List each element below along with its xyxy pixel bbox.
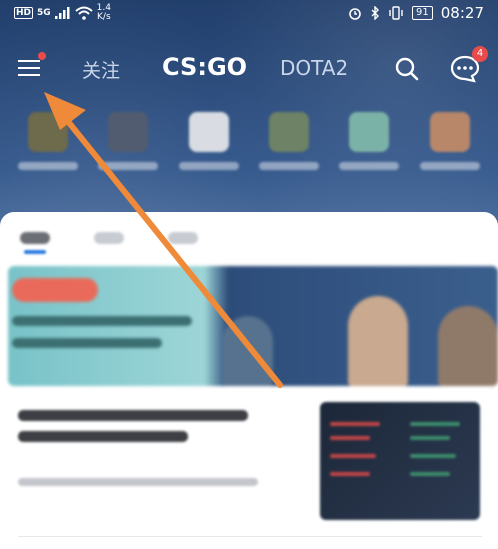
- tab-dota2[interactable]: DOTA2: [280, 56, 348, 80]
- banner-tag: [12, 278, 98, 302]
- category-item[interactable]: [415, 112, 485, 192]
- tab-follow[interactable]: 关注: [82, 56, 120, 83]
- sub-tab[interactable]: [20, 232, 50, 244]
- network-type: 5G: [37, 8, 51, 18]
- notification-dot: [38, 52, 46, 60]
- category-item[interactable]: [174, 112, 244, 192]
- menu-icon: [18, 60, 40, 62]
- category-item[interactable]: [13, 112, 83, 192]
- tab-csgo[interactable]: CS:GO: [162, 53, 247, 81]
- sub-tab[interactable]: [168, 232, 198, 244]
- alarm-icon: [349, 8, 361, 20]
- article-meta: [18, 478, 258, 486]
- bluetooth-icon: [371, 6, 380, 20]
- search-icon[interactable]: [394, 56, 420, 82]
- network-speed: 1.4 K/s: [96, 3, 111, 22]
- menu-icon-bar: [18, 67, 40, 69]
- article-title-line: [18, 410, 248, 421]
- category-label: [98, 162, 159, 170]
- divider: [18, 536, 482, 537]
- category-label: [178, 162, 239, 170]
- featured-banner[interactable]: [8, 266, 498, 386]
- category-icon: [269, 112, 310, 152]
- message-badge: 4: [472, 46, 488, 62]
- category-icon: [429, 112, 470, 152]
- thumb-row: [410, 422, 460, 426]
- sub-tabs: [20, 232, 198, 244]
- thumb-row: [330, 472, 370, 476]
- sub-tab-indicator: [24, 250, 46, 254]
- sub-tab[interactable]: [94, 232, 124, 244]
- thumb-row: [330, 422, 380, 426]
- category-row: [0, 112, 498, 192]
- category-label: [259, 162, 320, 170]
- article-thumbnail[interactable]: [320, 402, 480, 520]
- hd-indicator: HD: [14, 7, 34, 19]
- top-nav: 关注 CS:GO DOTA2 4: [0, 44, 498, 92]
- category-item[interactable]: [93, 112, 163, 192]
- category-item[interactable]: [334, 112, 404, 192]
- category-icon: [349, 112, 390, 152]
- signal-icon: [54, 7, 70, 19]
- clock: 08:27: [440, 4, 484, 22]
- category-label: [339, 162, 400, 170]
- banner-title-line: [12, 338, 162, 348]
- status-bar: HD 5G 1.4 K/s 91 08:27: [0, 0, 498, 28]
- thumb-row: [410, 454, 456, 458]
- article-text[interactable]: [18, 410, 308, 486]
- vibrate-icon: [389, 6, 403, 20]
- thumb-row: [410, 436, 450, 440]
- battery-icon: 91: [412, 6, 433, 20]
- thumb-row: [410, 472, 450, 476]
- banner-figure: [348, 296, 408, 386]
- content-card: [0, 212, 498, 549]
- category-label: [18, 162, 79, 170]
- banner-figure: [223, 316, 273, 386]
- category-label: [419, 162, 480, 170]
- category-item[interactable]: [254, 112, 324, 192]
- thumb-row: [330, 454, 376, 458]
- category-icon: [108, 112, 149, 152]
- menu-icon-bar: [18, 74, 40, 76]
- banner-title-line: [12, 316, 192, 326]
- wifi-icon: [75, 6, 93, 20]
- article-title-line: [18, 431, 188, 442]
- category-icon: [28, 112, 69, 152]
- category-icon: [188, 112, 229, 152]
- menu-button[interactable]: [18, 52, 46, 80]
- thumb-row: [330, 436, 370, 440]
- banner-figure: [438, 306, 498, 386]
